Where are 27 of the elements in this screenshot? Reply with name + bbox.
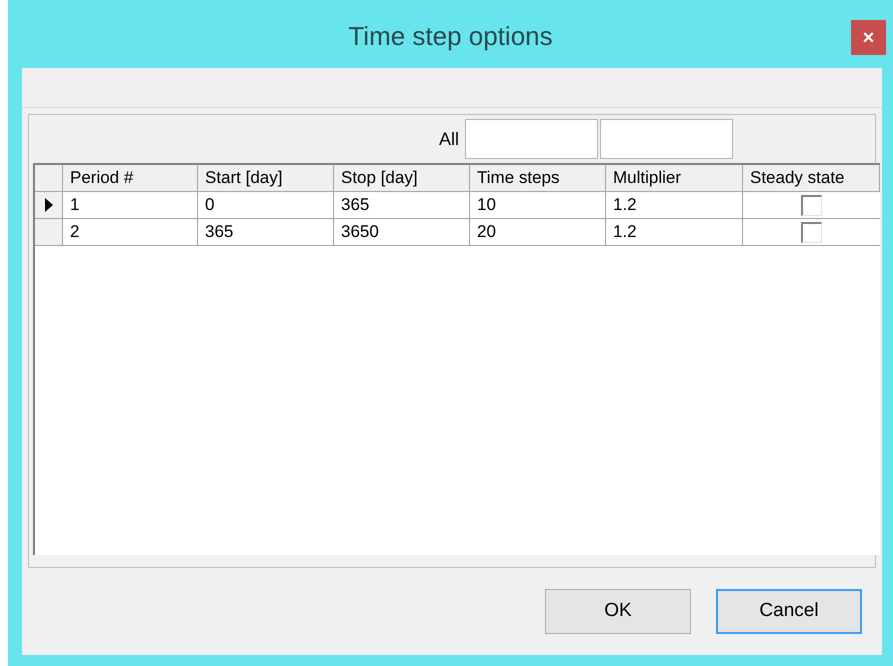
table-cell: 10 [470,192,606,218]
dialog-button[interactable]: Cancel [716,589,862,634]
column-header[interactable]: Period # [63,165,198,191]
table-cell: 0 [198,192,334,218]
column-header[interactable]: Start [day] [198,165,334,191]
current-row-icon [44,197,54,213]
input-field[interactable] [465,119,598,159]
close-button[interactable]: × [851,20,886,55]
column-header[interactable]: Stop [day] [334,165,470,191]
table-cell: 1.2 [606,192,743,218]
table-cell: 1 [63,192,198,218]
column-header[interactable]: Steady state [743,165,880,191]
table-cell: 20 [470,219,606,245]
all-label: All [439,128,460,150]
table-cell: 3650 [334,219,470,245]
table-cell: 1.2 [606,219,743,245]
checkbox[interactable] [801,222,822,242]
dialog-button[interactable]: OK [545,589,691,634]
input-field[interactable] [600,119,734,159]
table-cell: 2 [63,219,198,245]
table-cell: 365 [334,192,470,218]
column-header[interactable]: Multiplier [606,165,743,191]
row-selector[interactable] [35,192,63,218]
column-header[interactable]: Time steps [470,165,606,191]
checkbox[interactable] [801,194,822,216]
window-title: Time step options [348,20,553,52]
table-cell: 365 [198,219,334,245]
